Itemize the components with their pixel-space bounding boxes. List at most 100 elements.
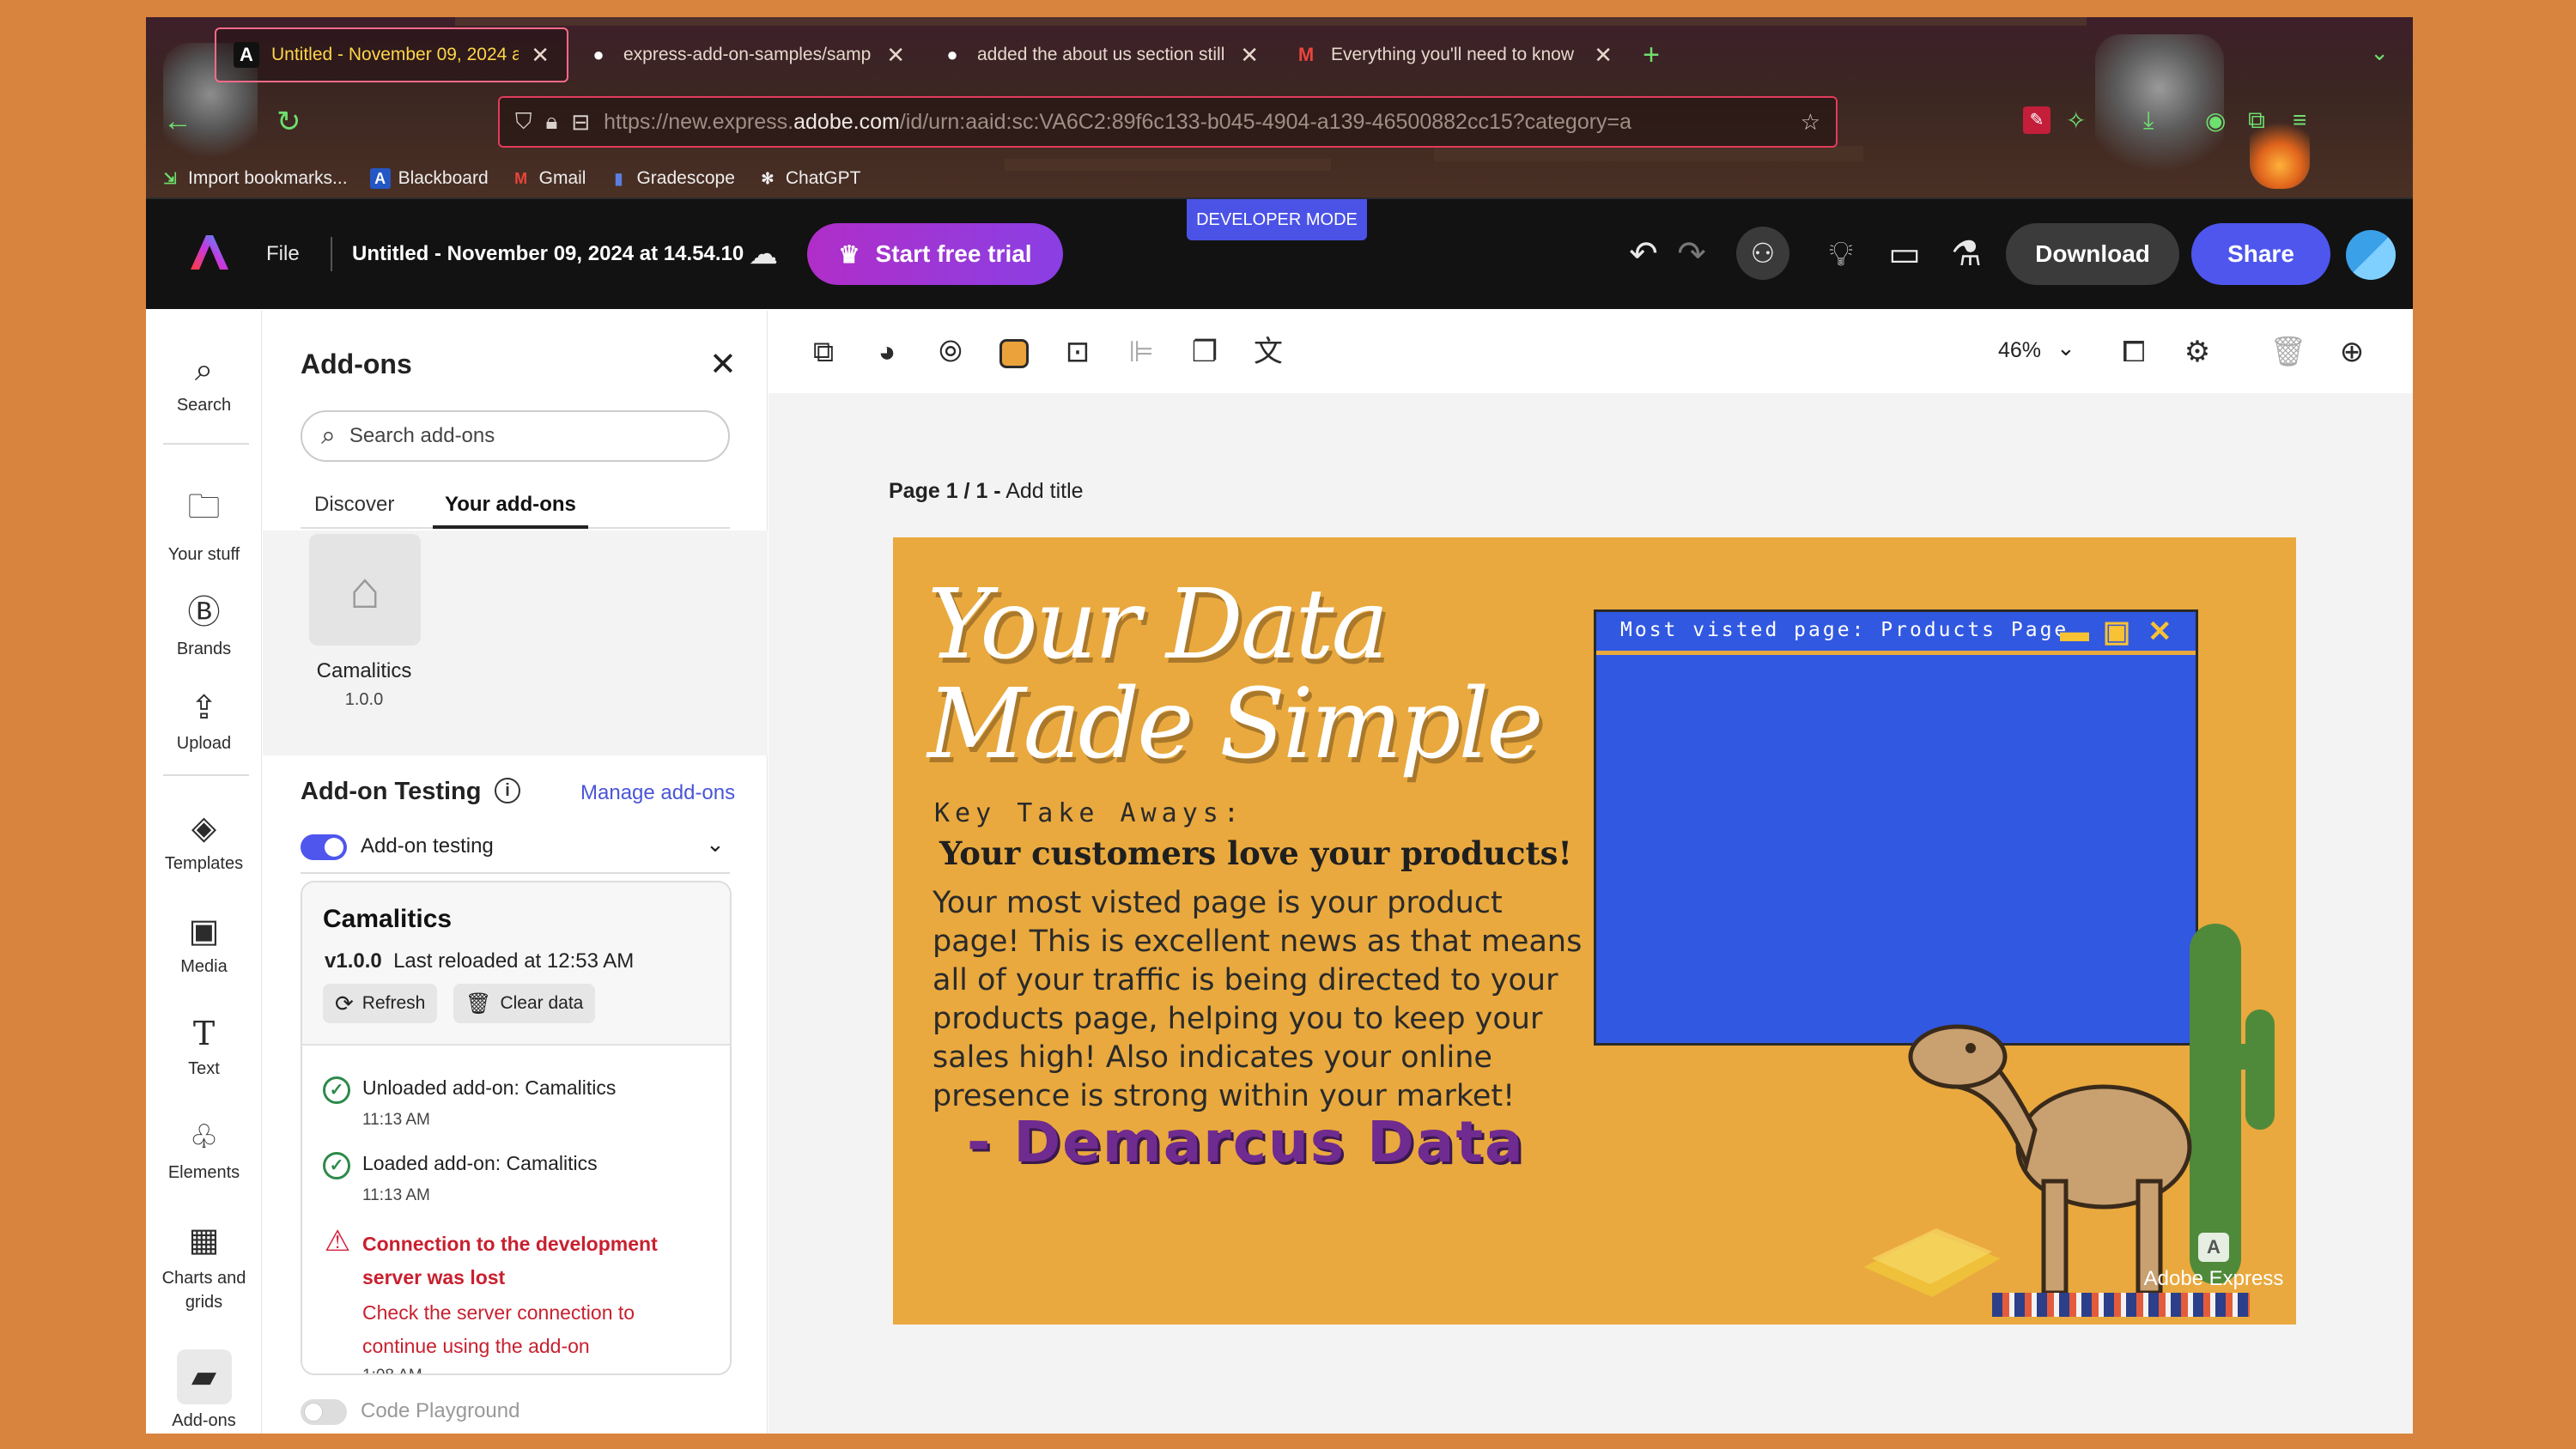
extensions-icon[interactable]: ⧉	[2248, 106, 2265, 135]
rail-item-templates[interactable]: ◈ Templates	[146, 809, 262, 874]
effects-icon[interactable]: ⦾	[930, 331, 971, 373]
refresh-icon: ⟳	[335, 990, 354, 1016]
refresh-button[interactable]: ⟳ Refresh	[323, 984, 438, 1023]
rail-item-your-stuff[interactable]: 🗀 Your stuff	[146, 482, 262, 565]
bookmark-import[interactable]: ⇲ Import bookmarks...	[160, 168, 347, 189]
rail-item-brands[interactable]: Ⓑ Brands	[146, 585, 262, 659]
bookmark-gmail[interactable]: M Gmail	[511, 168, 586, 189]
subheading[interactable]: Your customers love your products!	[939, 834, 1572, 872]
duplicate-page-icon[interactable]: ⧠	[2113, 331, 2154, 373]
layers-icon[interactable]: ❐	[1184, 331, 1225, 373]
reload-icon[interactable]: ↻	[276, 105, 301, 139]
search-input[interactable]: ⌕ Search add-ons	[301, 410, 730, 462]
chevron-down-icon[interactable]: ⌄	[706, 831, 725, 858]
clear-data-button[interactable]: 🗑︎ Clear data	[453, 984, 596, 1023]
rail-item-upload[interactable]: ⇪ Upload	[146, 688, 262, 754]
undo-icon[interactable]: ↶	[1619, 230, 1668, 278]
url-text[interactable]: https://new.express.adobe.com/id/urn:aai…	[604, 110, 1787, 135]
lock-icon[interactable]: 🔒︎	[546, 108, 558, 136]
code-playground-toggle[interactable]	[301, 1399, 347, 1425]
account-icon[interactable]: ◉	[2205, 106, 2226, 135]
signature-text[interactable]: - Demarcus Data	[967, 1109, 1525, 1175]
border-icon[interactable]: ⊡	[1057, 331, 1098, 373]
gradescope-icon: ▮	[614, 169, 623, 187]
permissions-icon[interactable]: ⊟	[571, 109, 590, 136]
rail-item-elements[interactable]: ♧ Elements	[146, 1118, 262, 1183]
tab-gmail[interactable]: M Everything you'll need to know ✕	[1276, 27, 1630, 82]
bookmark-gradescope[interactable]: ▮ Gradescope	[608, 168, 735, 189]
tab-adobe-express[interactable]: A Untitled - November 09, 2024 a ✕	[215, 27, 568, 82]
addon-name[interactable]: Camalitics	[295, 659, 433, 683]
rail-item-charts-and-grids[interactable]: ▦ Charts and grids	[146, 1221, 262, 1314]
import-icon: ⇲	[163, 169, 177, 187]
log-addon-version: v1.0.0 Last reloaded at 12:53 AM	[325, 949, 635, 973]
back-icon[interactable]: ←	[163, 105, 192, 138]
tab-list-chevron-icon[interactable]: ⌄	[2370, 39, 2389, 66]
info-icon[interactable]: i	[495, 778, 520, 803]
comment-icon[interactable]: ▭	[1880, 230, 1929, 278]
extension-red-icon[interactable]: ✎	[2023, 106, 2050, 134]
key-takeaways-heading[interactable]: Key Take Aways:	[934, 798, 1244, 828]
rail-item-add-ons[interactable]: ▰ Add-ons	[146, 1349, 262, 1431]
shield-icon[interactable]: ⛉	[515, 108, 532, 136]
start-free-trial-button[interactable]: ♛ Start free trial	[807, 223, 1063, 285]
add-on-testing-toggle[interactable]	[301, 834, 347, 860]
delete-page-icon[interactable]: 🗑︎	[2268, 331, 2309, 373]
trash-icon: 🗑︎	[465, 991, 492, 1016]
close-tab-icon[interactable]: ✕	[531, 42, 550, 69]
code-playground-label: Code Playground	[361, 1399, 520, 1422]
user-avatar[interactable]	[2346, 230, 2396, 280]
invite-user-icon[interactable]: ⚇	[1736, 227, 1789, 280]
page-title-input[interactable]: Add title	[1005, 479, 1083, 503]
translate-icon[interactable]: 文	[1248, 331, 1289, 373]
github-icon: ●	[946, 44, 958, 65]
panel-tabs: Discover Your add-ons	[301, 493, 730, 529]
page-settings-icon[interactable]: ⚙	[2177, 331, 2218, 373]
swatch	[999, 339, 1029, 369]
headline[interactable]: Your Data Made Simple	[927, 575, 1544, 774]
share-button[interactable]: Share	[2191, 223, 2330, 285]
align-icon[interactable]: ⊫	[1121, 331, 1162, 373]
file-menu[interactable]: File	[266, 242, 300, 266]
bookmark-chatgpt[interactable]: ✻ ChatGPT	[757, 168, 860, 189]
bookmark-star-icon[interactable]: ☆	[1801, 109, 1820, 136]
close-icon[interactable]: ✕	[709, 345, 737, 384]
extension-puzzle-icon[interactable]: ✧	[2066, 106, 2086, 135]
bookmark-blackboard[interactable]: A Blackboard	[369, 168, 489, 189]
close-tab-icon[interactable]: ✕	[1240, 42, 1259, 69]
address-bar[interactable]: ⛉ 🔒︎ ⊟ https://new.express.adobe.com/id/…	[498, 96, 1838, 148]
brands-icon: Ⓑ	[187, 595, 221, 631]
browser-window: A Untitled - November 09, 2024 a ✕ ● exp…	[146, 17, 2413, 1434]
download-button[interactable]: Download	[2006, 223, 2179, 285]
tab-github-samples[interactable]: ● express-add-on-samples/samp ✕	[568, 27, 922, 82]
adobe-express-logo-icon[interactable]	[189, 232, 230, 273]
developer-mode-badge: DEVELOPER MODE	[1187, 199, 1367, 240]
artboard[interactable]: Your Data Made Simple Key Take Aways: You…	[893, 537, 2296, 1325]
tab-github-about[interactable]: ● added the about us section still ✕	[922, 27, 1276, 82]
flask-icon[interactable]: ⚗	[1942, 230, 1990, 278]
rail-item-search[interactable]: ⌕ Search	[146, 352, 262, 415]
body-text[interactable]: Your most visted page is your product pa…	[933, 884, 1585, 1116]
lightbulb-icon[interactable]: 💡︎	[1817, 230, 1865, 278]
fill-color-swatch[interactable]	[993, 331, 1035, 373]
rail-item-text[interactable]: T Text	[146, 1015, 262, 1079]
cloud-sync-icon[interactable]: ☁︎	[749, 237, 778, 271]
redo-icon[interactable]: ↷	[1668, 230, 1716, 278]
color-palette-icon[interactable]: ◕	[866, 331, 908, 373]
menu-icon[interactable]: ≡	[2293, 106, 2306, 134]
tab-discover[interactable]: Discover	[314, 493, 394, 529]
new-tab-button[interactable]: +	[1630, 27, 1673, 82]
tab-your-add-ons[interactable]: Your add-ons	[433, 493, 588, 529]
close-tab-icon[interactable]: ✕	[1594, 42, 1613, 69]
zoom-level[interactable]: 46%	[1998, 338, 2041, 363]
camalitics-addon-thumbnail[interactable]: ⌂	[309, 534, 421, 646]
rail-item-media[interactable]: ▣ Media	[146, 912, 262, 977]
add-page-icon[interactable]: ⊕	[2331, 331, 2372, 373]
document-title[interactable]: Untitled - November 09, 2024 at 14.54.10	[352, 242, 744, 266]
close-tab-icon[interactable]: ✕	[886, 42, 905, 69]
upload-icon: ⇪	[190, 690, 218, 726]
manage-add-ons-link[interactable]: Manage add-ons	[580, 781, 735, 805]
resize-icon[interactable]: ⧉	[803, 331, 844, 373]
chevron-down-icon[interactable]: ⌄	[2057, 335, 2075, 361]
downloads-icon[interactable]: ⤓	[2143, 106, 2154, 135]
